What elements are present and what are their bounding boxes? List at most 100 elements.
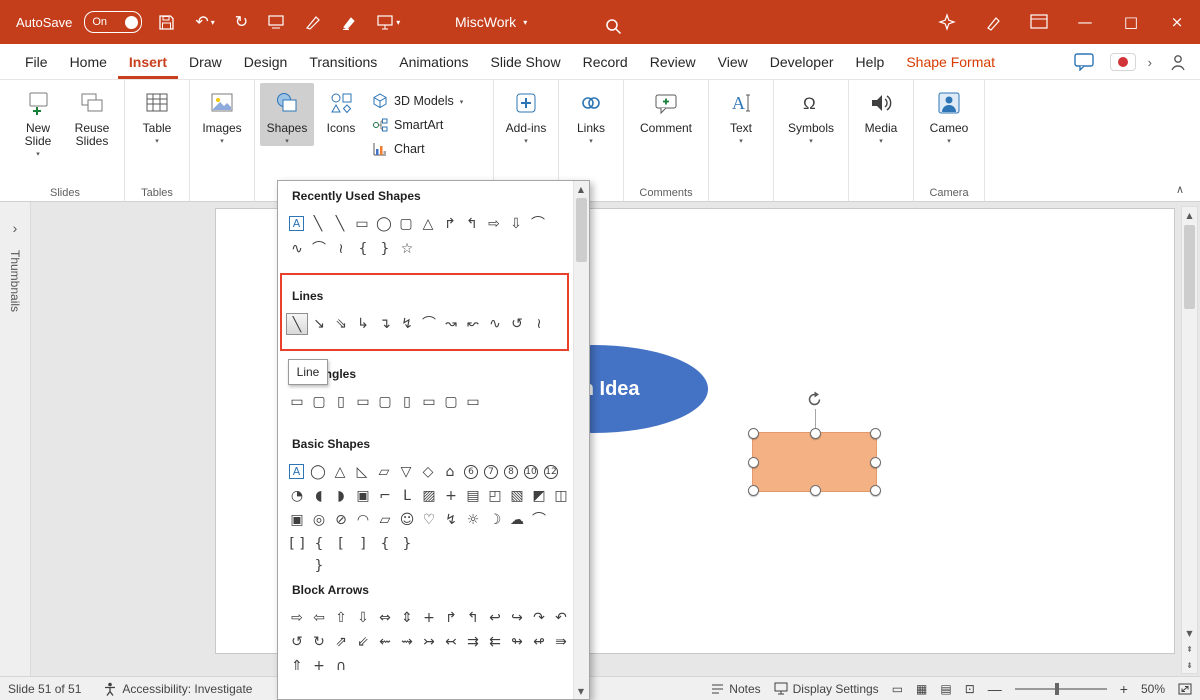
shape-glyph[interactable]: { bbox=[374, 533, 396, 555]
shape-glyph[interactable]: ▭ bbox=[462, 391, 484, 413]
shape-glyph[interactable]: ▭ bbox=[352, 391, 374, 413]
selected-rectangle-shape[interactable] bbox=[752, 432, 877, 492]
shape-glyph[interactable]: ↱ bbox=[439, 213, 461, 235]
scroll-down-button[interactable]: ▼ bbox=[1182, 625, 1197, 641]
editing-pen-button[interactable] bbox=[970, 0, 1016, 44]
shape-glyph[interactable]: ↻ bbox=[308, 631, 330, 653]
symbols-button[interactable]: Ω Symbols ▾ bbox=[779, 83, 843, 146]
shape-glyph[interactable]: ◗ bbox=[330, 485, 352, 507]
collapse-ribbon-chevron[interactable]: ∧ bbox=[1170, 182, 1190, 197]
shape-glyph[interactable]: L bbox=[396, 485, 418, 507]
shape-glyph[interactable]: 6 bbox=[464, 465, 478, 479]
icons-button[interactable]: Icons bbox=[314, 83, 368, 136]
shape-glyph[interactable]: ♡ bbox=[418, 509, 440, 531]
shape-glyph[interactable]: ↴ bbox=[374, 313, 396, 335]
shape-glyph[interactable]: ↪ bbox=[506, 607, 528, 629]
comments-button[interactable] bbox=[1070, 49, 1098, 75]
shape-glyph[interactable]: ▭ bbox=[351, 213, 373, 235]
shape-glyph[interactable]: ⇉ bbox=[462, 631, 484, 653]
shape-glyph[interactable]: ◎ bbox=[308, 509, 330, 531]
shape-glyph[interactable]: ⇑ bbox=[286, 655, 308, 677]
shape-glyph[interactable]: + bbox=[440, 485, 462, 507]
shape-glyph[interactable]: ⇛ bbox=[550, 631, 572, 653]
slideshow-view-button[interactable]: ⊡ bbox=[965, 682, 975, 696]
save-button[interactable] bbox=[154, 10, 179, 35]
comment-button[interactable]: Comment bbox=[629, 83, 703, 136]
shape-glyph[interactable]: ↢ bbox=[440, 631, 462, 653]
tab-insert[interactable]: Insert bbox=[118, 44, 178, 79]
tab-design[interactable]: Design bbox=[233, 44, 299, 79]
shape-glyph[interactable]: ◩ bbox=[528, 485, 550, 507]
shape-glyph[interactable]: ☽ bbox=[484, 509, 506, 531]
tab-file[interactable]: File bbox=[14, 44, 59, 79]
ink-replay-button[interactable] bbox=[264, 10, 289, 34]
previous-slide-button[interactable]: ⇞ bbox=[1182, 641, 1197, 657]
shape-glyph[interactable]: ▨ bbox=[418, 485, 440, 507]
shape-glyph[interactable]: ⌒ bbox=[527, 213, 549, 235]
tab-draw[interactable]: Draw bbox=[178, 44, 233, 79]
accessibility-checker[interactable]: Accessibility: Investigate bbox=[103, 682, 252, 696]
shape-glyph[interactable]: ↷ bbox=[528, 607, 550, 629]
tab-help[interactable]: Help bbox=[845, 44, 896, 79]
chart-button[interactable]: Chart bbox=[372, 141, 484, 157]
shape-glyph[interactable]: ↰ bbox=[461, 213, 483, 235]
shape-glyph[interactable]: + bbox=[308, 655, 330, 677]
thumbnails-pane[interactable]: › Thumbnails bbox=[0, 202, 31, 676]
shape-glyph[interactable]: ▢ bbox=[374, 391, 396, 413]
shape-glyph[interactable]: ▢ bbox=[440, 391, 462, 413]
shape-glyph[interactable]: ↣ bbox=[418, 631, 440, 653]
shape-glyph[interactable]: ▢ bbox=[308, 391, 330, 413]
shape-glyph[interactable]: 10 bbox=[524, 465, 538, 479]
shape-glyph[interactable]: 8 bbox=[504, 465, 518, 479]
redo-button[interactable]: ↻ bbox=[231, 10, 252, 34]
fit-slide-button[interactable] bbox=[1178, 683, 1192, 695]
maximize-button[interactable]: □ bbox=[1108, 0, 1154, 44]
shape-glyph[interactable]: ▧ bbox=[506, 485, 528, 507]
present-button[interactable]: ▾ bbox=[373, 10, 404, 34]
shape-glyph[interactable]: ⌂ bbox=[439, 461, 461, 483]
shape-glyph[interactable]: ∿ bbox=[484, 313, 506, 335]
links-button[interactable]: Links ▾ bbox=[564, 83, 618, 146]
shape-glyph[interactable]: ⇦ bbox=[308, 607, 330, 629]
selection-handle-top-right[interactable] bbox=[870, 428, 881, 439]
shape-glyph[interactable]: ↺ bbox=[506, 313, 528, 335]
shape-glyph[interactable]: ▯ bbox=[330, 391, 352, 413]
new-slide-button[interactable]: New Slide ▾ bbox=[11, 83, 65, 159]
shape-glyph[interactable]: ◫ bbox=[550, 485, 572, 507]
add-ins-button[interactable]: Add-ins ▾ bbox=[499, 83, 553, 146]
record-button[interactable] bbox=[1110, 53, 1136, 71]
shape-glyph[interactable]: ↩ bbox=[484, 607, 506, 629]
shape-glyph[interactable]: ▽ bbox=[395, 461, 417, 483]
shape-glyph[interactable]: ◺ bbox=[351, 461, 373, 483]
highlighter-button[interactable] bbox=[337, 10, 361, 34]
shape-glyph[interactable]: ⇕ bbox=[396, 607, 418, 629]
shapes-scroll-down-button[interactable]: ▼ bbox=[574, 683, 588, 699]
selection-handle-bottom-middle[interactable] bbox=[810, 485, 821, 496]
tab-shape-format[interactable]: Shape Format bbox=[895, 44, 1006, 79]
zoom-level[interactable]: 50% bbox=[1141, 682, 1165, 696]
shape-glyph[interactable]: ⇨ bbox=[286, 607, 308, 629]
shape-glyph[interactable]: ▣ bbox=[286, 509, 308, 531]
shape-glyph[interactable]: ⌒ bbox=[528, 509, 550, 531]
3d-models-button[interactable]: 3D Models ▾ bbox=[372, 93, 484, 109]
table-button[interactable]: Table ▾ bbox=[130, 83, 184, 146]
selection-handle-bottom-right[interactable] bbox=[870, 485, 881, 496]
shape-glyph[interactable]: ↫ bbox=[528, 631, 550, 653]
zoom-out-button[interactable]: — bbox=[988, 681, 1002, 697]
shape-glyph[interactable]: ◰ bbox=[484, 485, 506, 507]
shape-glyph[interactable]: ▭ bbox=[286, 391, 308, 413]
selection-handle-top-middle[interactable] bbox=[810, 428, 821, 439]
shapes-button[interactable]: Shapes ▾ bbox=[260, 83, 314, 146]
reading-view-button[interactable]: ▤ bbox=[940, 682, 951, 696]
shape-glyph[interactable]: ◯ bbox=[307, 461, 329, 483]
shape-glyph[interactable]: ⇔ bbox=[374, 607, 396, 629]
selection-handle-bottom-left[interactable] bbox=[748, 485, 759, 496]
tab-home[interactable]: Home bbox=[59, 44, 118, 79]
shape-glyph[interactable]: [ bbox=[330, 533, 352, 555]
shapes-scroll-up-button[interactable]: ▲ bbox=[574, 181, 588, 197]
tab-transitions[interactable]: Transitions bbox=[298, 44, 388, 79]
slide-sorter-view-button[interactable]: ▦ bbox=[916, 682, 927, 696]
text-button[interactable]: A Text ▾ bbox=[714, 83, 768, 146]
tab-review[interactable]: Review bbox=[639, 44, 707, 79]
cameo-button[interactable]: Cameo ▾ bbox=[919, 83, 979, 146]
